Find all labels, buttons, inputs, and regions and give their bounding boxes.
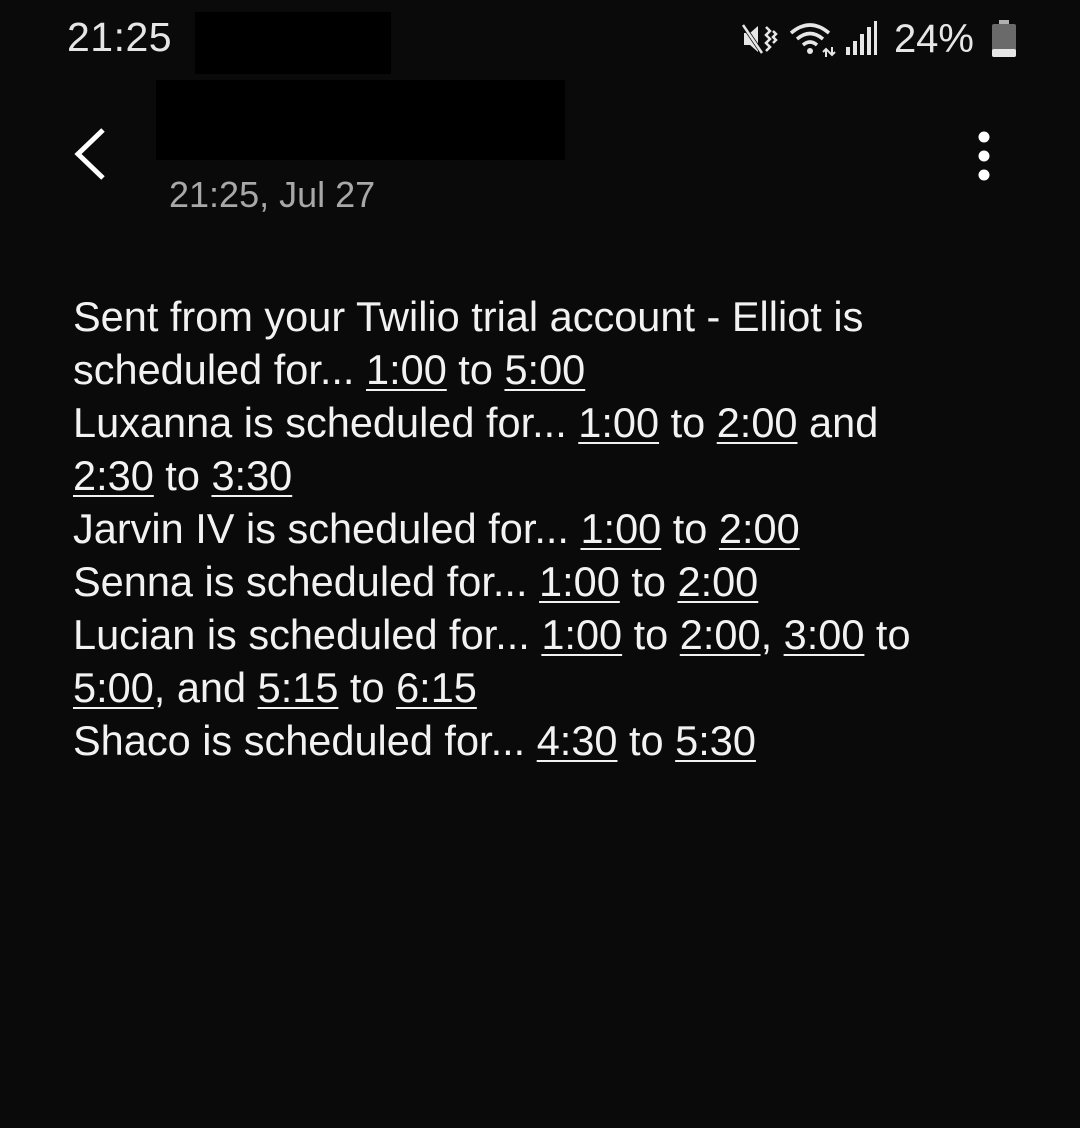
message-text: Lucian is scheduled for...	[73, 611, 542, 658]
back-button[interactable]	[58, 118, 122, 190]
time-link[interactable]: 1:00	[539, 558, 620, 605]
time-link[interactable]: 2:00	[680, 611, 761, 658]
message-line: Shaco is scheduled for... 4:30 to 5:30	[73, 714, 1023, 767]
status-bar: 21:25 24%	[0, 0, 1080, 78]
message-text: to	[864, 611, 911, 658]
wifi-icon	[788, 19, 836, 59]
message-text: Luxanna is scheduled for...	[73, 399, 579, 446]
chevron-left-icon	[74, 128, 105, 180]
more-vertical-icon	[978, 131, 990, 181]
time-link[interactable]: 1:00	[366, 346, 447, 393]
message-body: Sent from your Twilio trial account - El…	[73, 290, 1023, 767]
status-icons: 24%	[740, 14, 1018, 64]
time-link[interactable]: 2:00	[719, 505, 800, 552]
message-text: to	[619, 558, 678, 605]
message-line: 2:30 to 3:30	[73, 449, 1023, 502]
message-text: to	[617, 717, 676, 764]
time-link[interactable]: 5:00	[73, 664, 154, 711]
time-link[interactable]: 3:00	[784, 611, 865, 658]
redacted-contact-name	[156, 80, 565, 160]
time-link[interactable]: 5:30	[675, 717, 756, 764]
message-timestamp: 21:25, Jul 27	[169, 174, 376, 215]
mute-vibrate-icon	[740, 19, 780, 59]
time-link[interactable]: 2:00	[677, 558, 758, 605]
signal-icon	[844, 19, 878, 59]
message-text: to	[659, 399, 717, 446]
message-line: Senna is scheduled for... 1:00 to 2:00	[73, 555, 1023, 608]
message-line: Sent from your Twilio trial account - El…	[73, 290, 1023, 343]
battery-percent: 24%	[893, 16, 974, 61]
time-link[interactable]: 5:00	[504, 346, 585, 393]
message-text: Sent from your Twilio trial account - El…	[73, 293, 864, 340]
message-text: , and	[153, 664, 258, 711]
time-link[interactable]: 2:00	[717, 399, 798, 446]
battery-icon	[990, 19, 1018, 59]
message-line: scheduled for... 1:00 to 5:00	[73, 343, 1023, 396]
message-text: ,	[760, 611, 784, 658]
time-link[interactable]: 4:30	[537, 717, 618, 764]
message-text: to	[338, 664, 397, 711]
message-line: 5:00, and 5:15 to 6:15	[73, 661, 1023, 714]
message-text: to	[622, 611, 680, 658]
time-link[interactable]: 1:00	[578, 399, 659, 446]
time-link[interactable]: 1:00	[580, 505, 661, 552]
time-link[interactable]: 2:30	[73, 452, 154, 499]
time-link[interactable]: 1:00	[541, 611, 622, 658]
message-text: Jarvin IV is scheduled for...	[73, 505, 581, 552]
redacted-block	[195, 12, 391, 74]
message-text: to	[661, 505, 719, 552]
time-link[interactable]: 5:15	[258, 664, 339, 711]
message-line: Lucian is scheduled for... 1:00 to 2:00,…	[73, 608, 1023, 661]
conversation-header: 21:25, Jul 27	[0, 78, 1080, 228]
message-line: Luxanna is scheduled for... 1:00 to 2:00…	[73, 396, 1023, 449]
message-line: Jarvin IV is scheduled for... 1:00 to 2:…	[73, 502, 1023, 555]
status-time: 21:25	[67, 14, 173, 60]
message-text: scheduled for...	[73, 346, 366, 393]
message-text: to	[153, 452, 212, 499]
more-options-button[interactable]	[958, 126, 1010, 186]
time-link[interactable]: 6:15	[396, 664, 477, 711]
message-text: Senna is scheduled for...	[73, 558, 540, 605]
message-text: and	[797, 399, 879, 446]
time-link[interactable]: 3:30	[211, 452, 292, 499]
message-text: to	[446, 346, 505, 393]
message-text: Shaco is scheduled for...	[73, 717, 537, 764]
